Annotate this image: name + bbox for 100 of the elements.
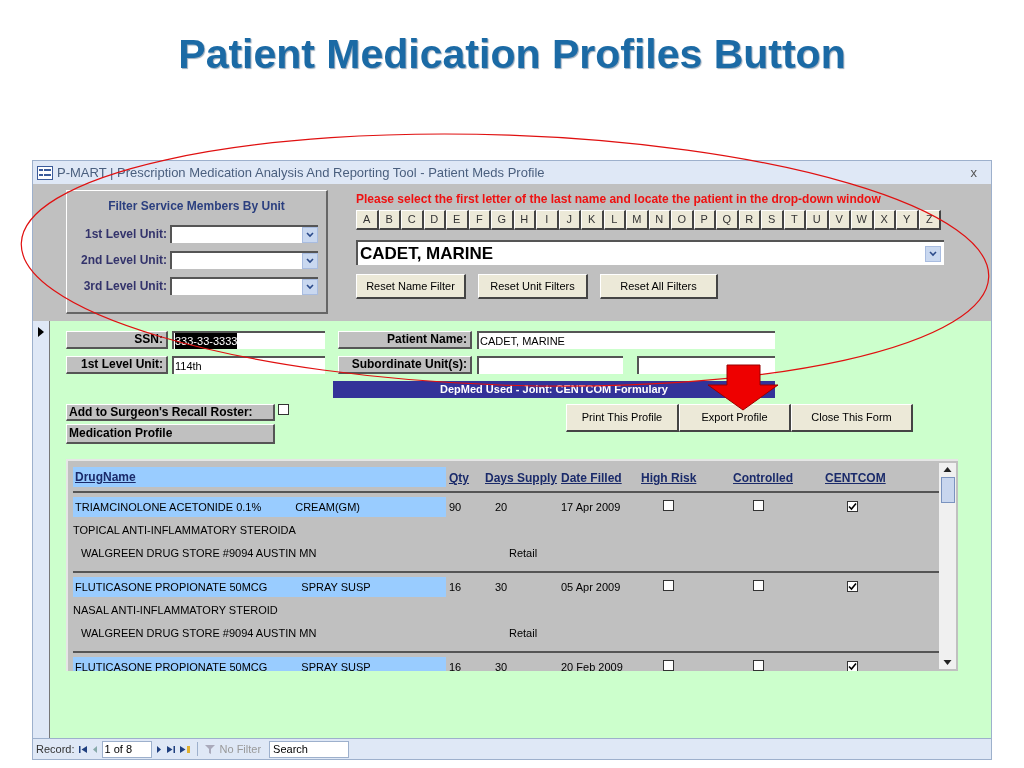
letter-button[interactable]: O [671,210,694,230]
letter-button[interactable]: R [738,210,761,230]
unit-label: 1st Level Unit: [84,226,167,243]
pharmacy-type: Retail [509,545,538,561]
letter-button[interactable]: X [873,210,896,230]
last-record-icon[interactable] [165,744,175,754]
drug-name: FLUTICASONE PROPIONATE 50MCG [75,659,268,671]
drug-name: FLUTICASONE PROPIONATE 50MCG [75,579,268,595]
unit-dropdown[interactable] [170,251,318,269]
letter-button[interactable]: D [423,210,446,230]
record-selector[interactable] [33,321,50,738]
letter-button[interactable]: P [693,210,716,230]
section-label: Medication Profile [66,424,275,444]
drug-name: TRIAMCINOLONE ACETONIDE 0.1% [75,499,262,515]
table-cell-text: 05 Apr 2009 [561,579,622,595]
field-label: SSN: [66,331,168,349]
checkbox[interactable] [663,659,674,671]
letter-button[interactable]: A [356,210,379,230]
letter-button[interactable]: G [491,210,514,230]
checkbox[interactable] [753,499,764,511]
checkbox[interactable] [847,660,858,671]
letter-button[interactable]: J [558,210,581,230]
letter-button[interactable]: Y [896,210,919,230]
checkbox[interactable] [847,500,858,512]
instruction-text: Please select the first letter of the last name and locate the patient in the drop-down window [356,191,882,208]
next-record-icon[interactable] [155,744,162,754]
column-header[interactable]: CENTCOM [825,469,925,487]
slide-title: Patient Medication Profiles Button [178,30,846,79]
unit-label: 3rd Level Unit: [83,278,167,295]
letter-button[interactable]: W [851,210,874,230]
dosage-form: SPRAY SUSP [301,579,371,595]
letter-button[interactable]: F [468,210,491,230]
table-cell-text: 16 [449,579,463,595]
reset-filter-button[interactable]: Reset All Filters [600,274,718,299]
form-icon [37,165,53,180]
current-record-icon [38,327,44,337]
scroll-thumb[interactable] [940,477,955,503]
drug-category: TOPICAL ANTI-INFLAMMATORY STEROIDA [73,522,296,538]
letter-button[interactable]: I [536,210,559,230]
column-header[interactable]: Date Filled [561,469,641,487]
column-header[interactable]: Controlled [733,469,825,487]
column-header[interactable]: DrugName [73,467,446,487]
table-cell-text: 20 [494,499,509,515]
letter-button[interactable]: L [603,210,626,230]
checkbox[interactable] [753,659,764,671]
drug-category: NASAL ANTI-INFLAMMATORY STEROID [73,602,278,618]
action-button[interactable]: Print This Profile [566,404,679,432]
letter-button[interactable]: H [513,210,536,230]
table-cell-text: 20 Feb 2009 [561,659,624,671]
pharmacy-name: WALGREEN DRUG STORE #9094 AUSTIN MN [80,545,318,561]
letter-button[interactable]: T [783,210,806,230]
action-button[interactable]: Close This Form [791,404,913,432]
patient-dropdown[interactable]: CADET, MARINE [356,240,944,265]
table-cell-text: 16 [449,659,463,671]
text-field[interactable]: 333-33-3333 [172,331,325,349]
table-cell-text: 30 [494,579,509,595]
search-field[interactable]: Search [269,740,350,758]
letter-button[interactable]: N [648,210,671,230]
letter-button[interactable]: B [378,210,401,230]
letter-button[interactable]: K [581,210,604,230]
pharmacy-name: WALGREEN DRUG STORE #9094 AUSTIN MN [80,625,318,641]
unit-dropdown[interactable] [170,225,318,243]
column-header[interactable]: Qty [449,469,485,487]
field-label: Add to Surgeon's Recall Roster: [66,404,275,421]
column-header[interactable]: High Risk [641,469,733,487]
text-field[interactable]: CADET, MARINE [477,331,775,349]
column-header[interactable]: Days Supply [485,469,561,487]
letter-button[interactable]: U [806,210,829,230]
unit-label: 2nd Level Unit: [81,252,167,269]
checkbox[interactable] [278,404,289,415]
text-field[interactable] [477,356,623,374]
reset-filter-button[interactable]: Reset Name Filter [356,274,466,299]
unit-dropdown[interactable] [170,277,318,295]
first-record-icon[interactable] [78,744,88,754]
pharmacy-type: Retail [509,625,538,641]
checkbox[interactable] [753,579,764,591]
record-position-field[interactable]: 1 of 8 [101,740,152,758]
action-button[interactable]: Export Profile [679,404,791,432]
checkbox[interactable] [847,580,858,592]
vertical-scrollbar[interactable] [939,463,956,669]
reset-filter-button[interactable]: Reset Unit Filters [478,274,588,299]
checkbox[interactable] [663,579,674,591]
letter-button[interactable]: V [828,210,851,230]
letter-button[interactable]: M [626,210,649,230]
table-cell-text: 30 [494,659,509,671]
letter-button[interactable]: E [446,210,469,230]
dosage-form: CREAM(GM) [295,499,360,515]
field-label: Subordinate Unit(s): [338,356,472,374]
record-label: Record: [36,741,75,757]
letter-button[interactable]: C [401,210,424,230]
new-record-icon[interactable] [178,744,191,754]
table-cell-text: 90 [449,499,463,515]
checkbox[interactable] [663,499,674,511]
field-label: 1st Level Unit: [66,356,168,374]
letter-button[interactable]: Q [716,210,739,230]
letter-button[interactable]: S [761,210,784,230]
dosage-form: SPRAY SUSP [301,659,371,671]
close-button[interactable]: x [970,162,987,183]
field-label: Patient Name: [338,331,472,349]
text-field[interactable]: 114th [172,356,325,374]
